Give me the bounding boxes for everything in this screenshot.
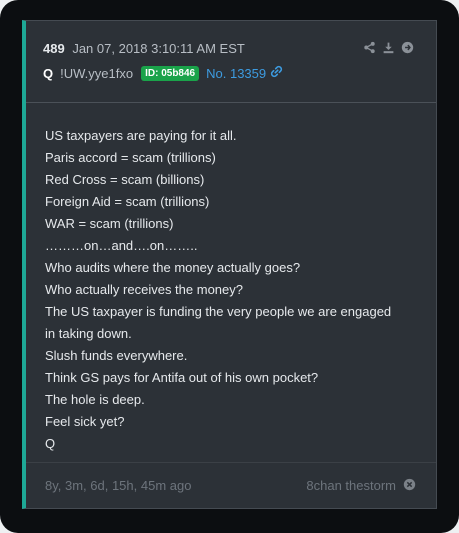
post-link[interactable]: No. 13359 (206, 65, 283, 81)
post-meta: 489 Jan 07, 2018 3:10:11 AM EST (43, 41, 245, 56)
post-line: Who actually receives the money? (45, 282, 243, 297)
id-badge: ID: 05b846 (141, 65, 200, 81)
post-line: Feel sick yet? (45, 414, 125, 429)
post-line: in taking down. (45, 326, 132, 341)
post-author-row: Q !UW.yye1fxo ID: 05b846 No. 13359 (43, 65, 283, 81)
author-name: Q (43, 65, 54, 81)
post-line: ………on…and….on…….. (45, 238, 198, 253)
window-frame: 489 Jan 07, 2018 3:10:11 AM EST Q !UW.yy… (0, 0, 459, 533)
post-line: Q (45, 436, 56, 451)
post-card: 489 Jan 07, 2018 3:10:11 AM EST Q !UW.yy… (22, 20, 437, 509)
post-line: Think GS pays for Antifa out of his own … (45, 370, 319, 385)
post-footer: 8y, 3m, 6d, 15h, 45m ago 8chan thestorm (26, 462, 436, 508)
tripcode: !UW.yye1fxo (60, 65, 134, 81)
post-line: WAR = scam (trillions) (45, 216, 174, 231)
close-circle-icon[interactable] (403, 478, 416, 494)
post-toolbar (363, 41, 414, 54)
post-line: The US taxpayer is funding the very peop… (45, 304, 392, 319)
arrow-right-icon[interactable] (401, 41, 414, 54)
post-line: Paris accord = scam (trillions) (45, 150, 216, 165)
post-header: 489 Jan 07, 2018 3:10:11 AM EST Q !UW.yy… (26, 21, 436, 103)
source-label: 8chan thestorm (306, 478, 396, 493)
post-date: Jan 07, 2018 3:10:11 AM EST (72, 41, 245, 56)
post-age: 8y, 3m, 6d, 15h, 45m ago (45, 478, 192, 493)
post-line: Slush funds everywhere. (45, 348, 188, 363)
post-line: US taxpayers are paying for it all. (45, 128, 237, 143)
post-number: 489 (43, 41, 65, 56)
post-link-label: No. 13359 (206, 65, 267, 81)
link-icon (270, 65, 283, 81)
post-line: Who audits where the money actually goes… (45, 260, 301, 275)
post-line: The hole is deep. (45, 392, 145, 407)
share-icon[interactable] (363, 41, 376, 54)
post-body: US taxpayers are paying for it all. Pari… (26, 103, 436, 455)
post-line: Red Cross = scam (billions) (45, 172, 205, 187)
post-source: 8chan thestorm (306, 478, 416, 494)
post-line: Foreign Aid = scam (trillions) (45, 194, 210, 209)
download-icon[interactable] (382, 41, 395, 54)
